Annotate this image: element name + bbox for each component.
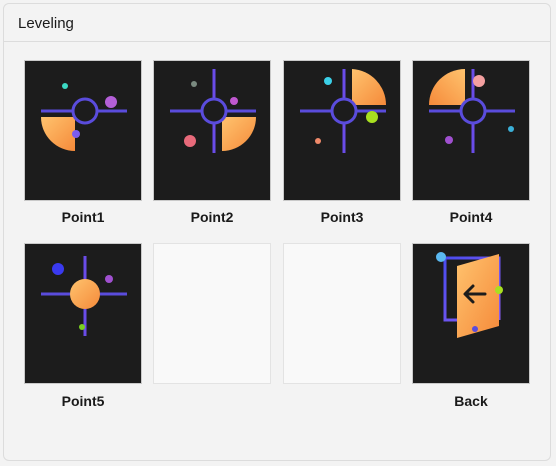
window-title: Leveling xyxy=(18,15,74,32)
title-bar: Leveling xyxy=(4,4,550,42)
bed-point-back-left-icon xyxy=(429,69,515,153)
exit-door-icon xyxy=(436,252,503,338)
bed-point-front-left-icon xyxy=(41,69,127,153)
point1-button[interactable] xyxy=(24,60,142,201)
empty-slot xyxy=(153,243,271,384)
back-label: Back xyxy=(454,393,488,409)
point1-label: Point1 xyxy=(61,209,105,225)
point2-label: Point2 xyxy=(190,209,234,225)
point2-button[interactable] xyxy=(153,60,271,201)
bed-point-front-right-icon xyxy=(170,69,256,153)
point5-label: Point5 xyxy=(61,393,105,409)
point3-button[interactable] xyxy=(283,60,401,201)
bed-point-back-right-icon xyxy=(300,69,387,153)
empty-slot xyxy=(283,243,401,384)
bed-point-center-icon xyxy=(41,256,127,336)
point4-button[interactable] xyxy=(412,60,530,201)
point4-label: Point4 xyxy=(449,209,493,225)
point3-label: Point3 xyxy=(320,209,364,225)
point5-button[interactable] xyxy=(24,243,142,384)
back-button[interactable] xyxy=(412,243,530,384)
